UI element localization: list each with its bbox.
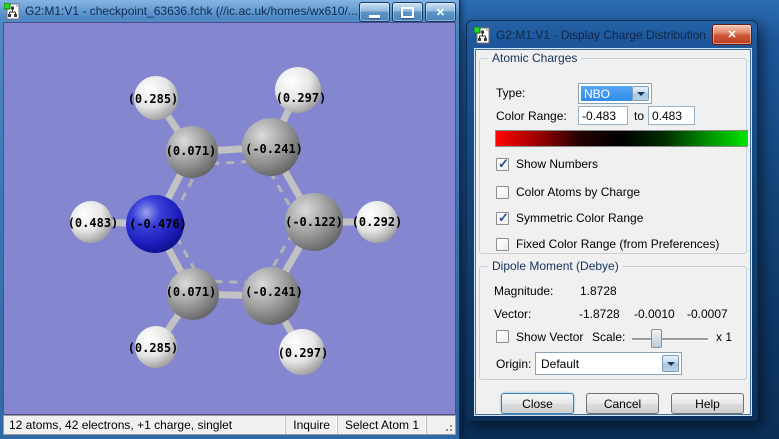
status-select-atom[interactable]: Select Atom 1 bbox=[336, 416, 426, 434]
minimize-button[interactable] bbox=[359, 2, 390, 22]
scale-value: x 1 bbox=[716, 330, 733, 344]
charge-label-C6: (0.071) bbox=[166, 285, 217, 299]
cancel-button[interactable]: Cancel bbox=[586, 393, 659, 414]
charge-checkbox-list: Show Numbers Color Atoms by Charge Symmetr… bbox=[480, 59, 746, 253]
vector-label: Vector: bbox=[494, 307, 532, 321]
maximize-icon bbox=[401, 6, 414, 18]
checkbox-label: Show Numbers bbox=[516, 157, 599, 171]
atom-H3[interactable] bbox=[275, 67, 321, 113]
main-window: G2:M1:V1 - checkpoint_63636.fchk (//ic.a… bbox=[0, 0, 460, 439]
magnitude-label: Magnitude: bbox=[494, 284, 554, 298]
charge-label-N1: (-0.476) bbox=[129, 217, 187, 231]
dialog-title: G2:M1:V1 - Display Charge Distribution bbox=[496, 28, 707, 42]
magnitude-value: 1.8728 bbox=[580, 284, 617, 298]
checkbox-fixed-color-range-from-preferences-[interactable] bbox=[496, 238, 509, 251]
app-icon bbox=[4, 2, 20, 19]
main-window-title: G2:M1:V1 - checkpoint_63636.fchk (//ic.a… bbox=[25, 4, 358, 18]
checkbox-label: Color Atoms by Charge bbox=[516, 185, 641, 199]
charge-label-H6: (0.285) bbox=[128, 341, 179, 355]
origin-combobox-value: Default bbox=[541, 356, 580, 371]
help-button[interactable]: Help bbox=[671, 393, 744, 414]
checkbox-show-numbers[interactable] bbox=[496, 156, 509, 172]
charge-label-H4: (0.292) bbox=[352, 215, 403, 229]
vector-value-y: -0.0010 bbox=[634, 307, 675, 321]
dipole-legend: Dipole Moment (Debye) bbox=[488, 259, 623, 273]
dialog-body: Atomic Charges Type: NBO Color Range: to… bbox=[475, 49, 751, 415]
dipole-group: Dipole Moment (Debye) Magnitude: 1.8728 … bbox=[479, 259, 747, 380]
origin-combobox-button[interactable] bbox=[662, 355, 679, 372]
vector-value-z: -0.0007 bbox=[687, 307, 728, 321]
molecule-viewport[interactable]: (-0.476) (0.071) (-0.241) (-0.122) (-0.241) (… bbox=[3, 22, 456, 415]
maximize-button[interactable] bbox=[392, 2, 423, 22]
slider-thumb[interactable] bbox=[651, 329, 662, 348]
dropdown-arrow-icon bbox=[666, 361, 675, 366]
resize-grip[interactable] bbox=[426, 416, 455, 434]
charge-label-C2: (0.071) bbox=[166, 144, 217, 158]
minimize-icon bbox=[369, 15, 380, 18]
checkbox-label: Symmetric Color Range bbox=[516, 211, 644, 225]
close-icon: ✕ bbox=[727, 29, 737, 41]
charge-label-H3: (0.297) bbox=[276, 91, 327, 105]
charge-label-H5: (0.297) bbox=[278, 346, 329, 360]
checkbox-color-atoms-by-charge[interactable] bbox=[496, 186, 509, 199]
vector-value-x: -1.8728 bbox=[579, 307, 620, 321]
charge-label-C4: (-0.122) bbox=[285, 215, 343, 229]
charge-label-C5: (-0.241) bbox=[245, 285, 303, 299]
charge-label-H2: (0.285) bbox=[128, 92, 179, 106]
dialog-icon bbox=[474, 26, 490, 43]
close-icon: ✕ bbox=[435, 6, 446, 19]
checkbox-symmetric-color-range[interactable] bbox=[496, 210, 509, 226]
dialog-close-button[interactable]: ✕ bbox=[712, 24, 752, 45]
dialog-close-action-button[interactable]: Close bbox=[501, 393, 574, 414]
dialog-titlebar[interactable]: G2:M1:V1 - Display Charge Distribution ✕ bbox=[467, 21, 757, 49]
main-titlebar[interactable]: G2:M1:V1 - checkpoint_63636.fchk (//ic.a… bbox=[0, 0, 459, 22]
scale-slider[interactable] bbox=[632, 338, 708, 340]
show-vector-label: Show Vector bbox=[516, 330, 584, 344]
charge-distribution-dialog: G2:M1:V1 - Display Charge Distribution ✕… bbox=[466, 20, 758, 421]
status-info: 12 atoms, 42 electrons, +1 charge, singl… bbox=[9, 418, 233, 432]
molecule-canvas[interactable]: (-0.476) (0.071) (-0.241) (-0.122) (-0.241) (… bbox=[4, 23, 455, 414]
scale-label: Scale: bbox=[592, 330, 626, 344]
checkbox-label: Fixed Color Range (from Preferences) bbox=[516, 237, 720, 251]
close-button[interactable]: ✕ bbox=[425, 2, 456, 22]
origin-combobox[interactable]: Default bbox=[535, 352, 682, 375]
show-vector-checkbox[interactable] bbox=[496, 330, 509, 343]
charge-label-C3: (-0.241) bbox=[245, 142, 303, 156]
charge-label-H1: (0.483) bbox=[68, 216, 119, 230]
grip-dots-icon bbox=[450, 429, 452, 431]
atomic-charges-group: Atomic Charges Type: NBO Color Range: to… bbox=[479, 51, 748, 254]
origin-label: Origin: bbox=[496, 357, 532, 371]
status-inquire[interactable]: Inquire bbox=[285, 416, 337, 434]
status-bar: 12 atoms, 42 electrons, +1 charge, singl… bbox=[3, 415, 456, 435]
